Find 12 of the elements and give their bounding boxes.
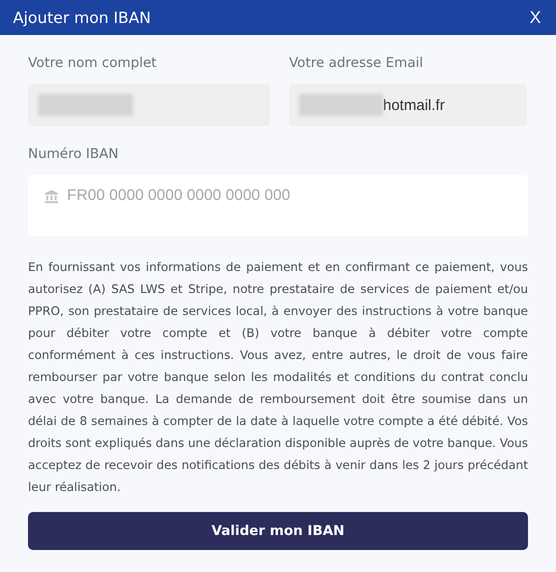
dialog-title: Ajouter mon IBAN — [13, 8, 151, 26]
input-field[interactable] — [28, 84, 270, 126]
mandate-text: En fournissant vos informations de paiement et en confirmant ce paiement, vous autorisez (A) SAS LWS et Stripe, notre prestataire de services de paiement et/ou PPRO, son prestataire de services local, à envoyer des instructions à votre banque pour débiter votre compte et (B) votre banque à débiter votre compte conformément à ces instructions. Vous avez, entre autres, le droit de vous faire rembourser par votre banque selon les modalités et conditions du contrat conclu avec votre banque. La demande de remboursement doit être soumise dans un délai de 8 semaines à compter de la date à laquelle votre compte a été débité. Vos droits sont expliqués dans une déclaration disponible auprès de votre banque. Vous acceptez de recevoir des notifications des débits à venir dans les 2 jours précédant leur réalisation. — [28, 259, 528, 496]
input-field[interactable]: hotmail.fr — [289, 84, 527, 126]
field-label: Votre adresse Email — [289, 55, 424, 73]
submit-button[interactable]: Valider mon IBAN — [28, 512, 528, 550]
field-label: Numéro IBAN — [28, 146, 120, 164]
close-button[interactable]: X — [528, 8, 543, 28]
field-label: Votre nom complet — [28, 55, 158, 73]
iban-field[interactable]: FR00 0000 0000 0000 0000 000 — [28, 175, 528, 236]
bank-icon — [44, 189, 59, 204]
iban-input[interactable]: FR00 0000 0000 0000 0000 000 — [67, 187, 512, 205]
